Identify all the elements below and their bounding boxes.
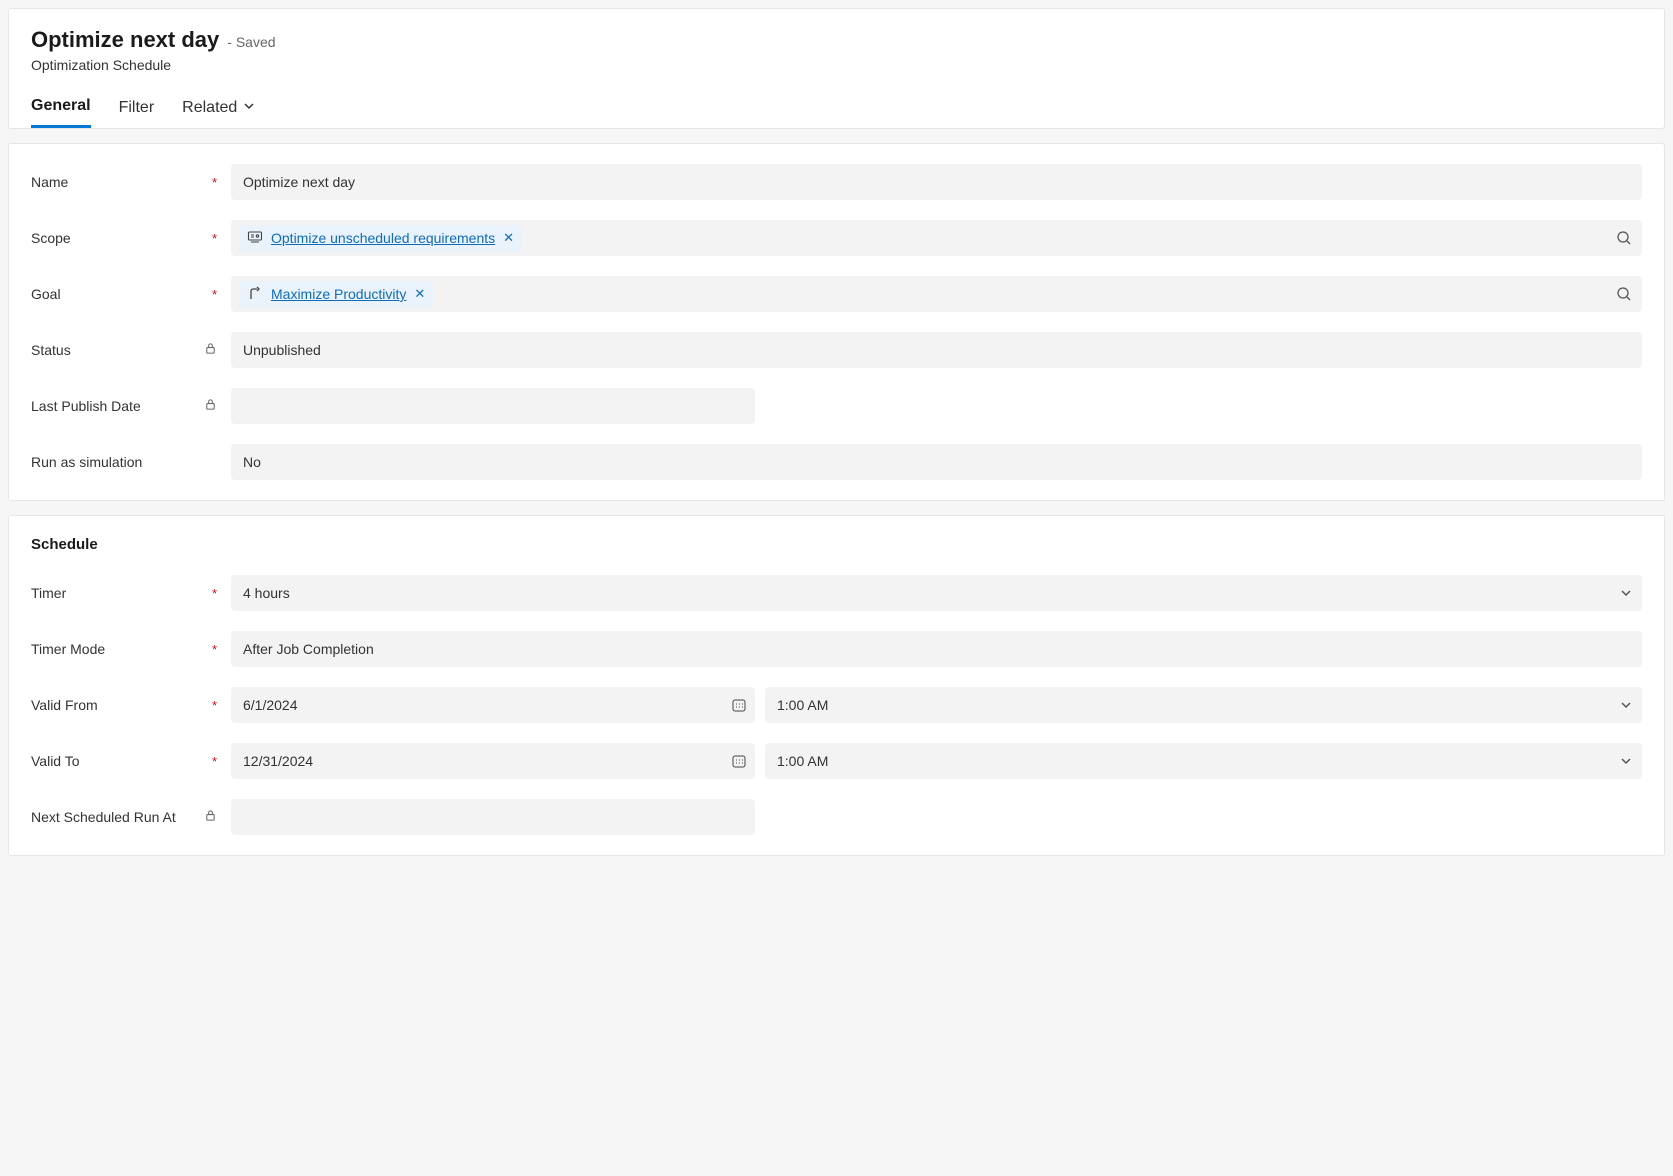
status-value: Unpublished <box>243 342 321 358</box>
tab-related[interactable]: Related <box>182 97 255 128</box>
valid-to-date-value: 12/31/2024 <box>243 753 313 769</box>
field-row-timer-mode: Timer Mode * After Job Completion <box>31 631 1642 667</box>
field-row-name: Name * Optimize next day <box>31 164 1642 200</box>
name-value: Optimize next day <box>243 174 355 190</box>
valid-to-time-value: 1:00 AM <box>777 753 828 769</box>
tab-related-label: Related <box>182 99 237 117</box>
lock-icon <box>204 398 217 414</box>
chevron-down-icon <box>1620 587 1632 599</box>
search-icon[interactable] <box>1616 230 1632 246</box>
header-panel: Optimize next day - Saved Optimization S… <box>8 8 1665 129</box>
timer-mode-label: Timer Mode <box>31 641 105 657</box>
field-row-scope: Scope * Optimize unscheduled requirement… <box>31 220 1642 256</box>
goal-link[interactable]: Maximize Productivity <box>271 286 406 302</box>
timer-value: 4 hours <box>243 585 290 601</box>
required-icon: * <box>212 698 217 713</box>
calendar-icon[interactable] <box>731 753 747 769</box>
valid-to-date-input[interactable]: 12/31/2024 <box>231 743 755 779</box>
last-publish-field <box>231 388 755 424</box>
lock-icon <box>204 809 217 825</box>
scope-link[interactable]: Optimize unscheduled requirements <box>271 230 495 246</box>
chevron-down-icon <box>1620 699 1632 711</box>
goal-remove-icon[interactable]: ✕ <box>414 286 425 302</box>
field-row-run-sim: Run as simulation No <box>31 444 1642 480</box>
lock-icon <box>204 342 217 358</box>
required-icon: * <box>212 586 217 601</box>
scope-lookup[interactable]: Optimize unscheduled requirements ✕ <box>231 220 1642 256</box>
valid-from-time-value: 1:00 AM <box>777 697 828 713</box>
run-sim-field[interactable]: No <box>231 444 1642 480</box>
tab-general[interactable]: General <box>31 97 91 128</box>
field-row-goal: Goal * Maximize Productivity ✕ <box>31 276 1642 312</box>
field-row-next-run: Next Scheduled Run At <box>31 799 1642 835</box>
timer-label: Timer <box>31 585 66 601</box>
scope-entity-icon <box>247 229 263 248</box>
search-icon[interactable] <box>1616 286 1632 302</box>
valid-from-time-select[interactable]: 1:00 AM <box>765 687 1642 723</box>
timer-select[interactable]: 4 hours <box>231 575 1642 611</box>
field-row-timer: Timer * 4 hours <box>31 575 1642 611</box>
goal-pill: Maximize Productivity ✕ <box>239 281 433 308</box>
required-icon: * <box>212 231 217 246</box>
run-sim-value: No <box>243 454 261 470</box>
field-row-status: Status Unpublished <box>31 332 1642 368</box>
chevron-down-icon <box>1620 755 1632 767</box>
chevron-down-icon <box>243 99 255 117</box>
valid-from-date-input[interactable]: 6/1/2024 <box>231 687 755 723</box>
valid-to-label: Valid To <box>31 753 80 769</box>
calendar-icon[interactable] <box>731 697 747 713</box>
next-run-field <box>231 799 755 835</box>
tab-general-label: General <box>31 97 91 115</box>
status-field: Unpublished <box>231 332 1642 368</box>
entity-subtitle: Optimization Schedule <box>31 57 1642 73</box>
tab-bar: General Filter Related <box>31 97 1642 128</box>
field-row-valid-from: Valid From * 6/1/2024 1:00 AM <box>31 687 1642 723</box>
page-title: Optimize next day <box>31 27 219 53</box>
valid-from-date-value: 6/1/2024 <box>243 697 298 713</box>
goal-lookup[interactable]: Maximize Productivity ✕ <box>231 276 1642 312</box>
timer-mode-field[interactable]: After Job Completion <box>231 631 1642 667</box>
tab-filter[interactable]: Filter <box>119 97 155 128</box>
required-icon: * <box>212 754 217 769</box>
valid-from-label: Valid From <box>31 697 98 713</box>
saved-status: - Saved <box>227 34 275 50</box>
scope-label: Scope <box>31 230 71 246</box>
scope-pill: Optimize unscheduled requirements ✕ <box>239 225 522 252</box>
scope-remove-icon[interactable]: ✕ <box>503 230 514 246</box>
name-label: Name <box>31 174 68 190</box>
goal-label: Goal <box>31 286 61 302</box>
general-section: Name * Optimize next day Scope * <box>8 143 1665 501</box>
name-input[interactable]: Optimize next day <box>231 164 1642 200</box>
schedule-section: Schedule Timer * 4 hours Timer Mode * <box>8 515 1665 856</box>
tab-filter-label: Filter <box>119 99 155 117</box>
field-row-valid-to: Valid To * 12/31/2024 1:00 AM <box>31 743 1642 779</box>
last-publish-label: Last Publish Date <box>31 398 141 414</box>
next-run-label: Next Scheduled Run At <box>31 809 176 825</box>
required-icon: * <box>212 287 217 302</box>
field-row-last-publish: Last Publish Date <box>31 388 1642 424</box>
run-sim-label: Run as simulation <box>31 454 142 470</box>
valid-to-time-select[interactable]: 1:00 AM <box>765 743 1642 779</box>
goal-route-icon <box>247 285 263 304</box>
required-icon: * <box>212 642 217 657</box>
status-label: Status <box>31 342 71 358</box>
required-icon: * <box>212 175 217 190</box>
schedule-title: Schedule <box>31 536 1642 553</box>
timer-mode-value: After Job Completion <box>243 641 374 657</box>
